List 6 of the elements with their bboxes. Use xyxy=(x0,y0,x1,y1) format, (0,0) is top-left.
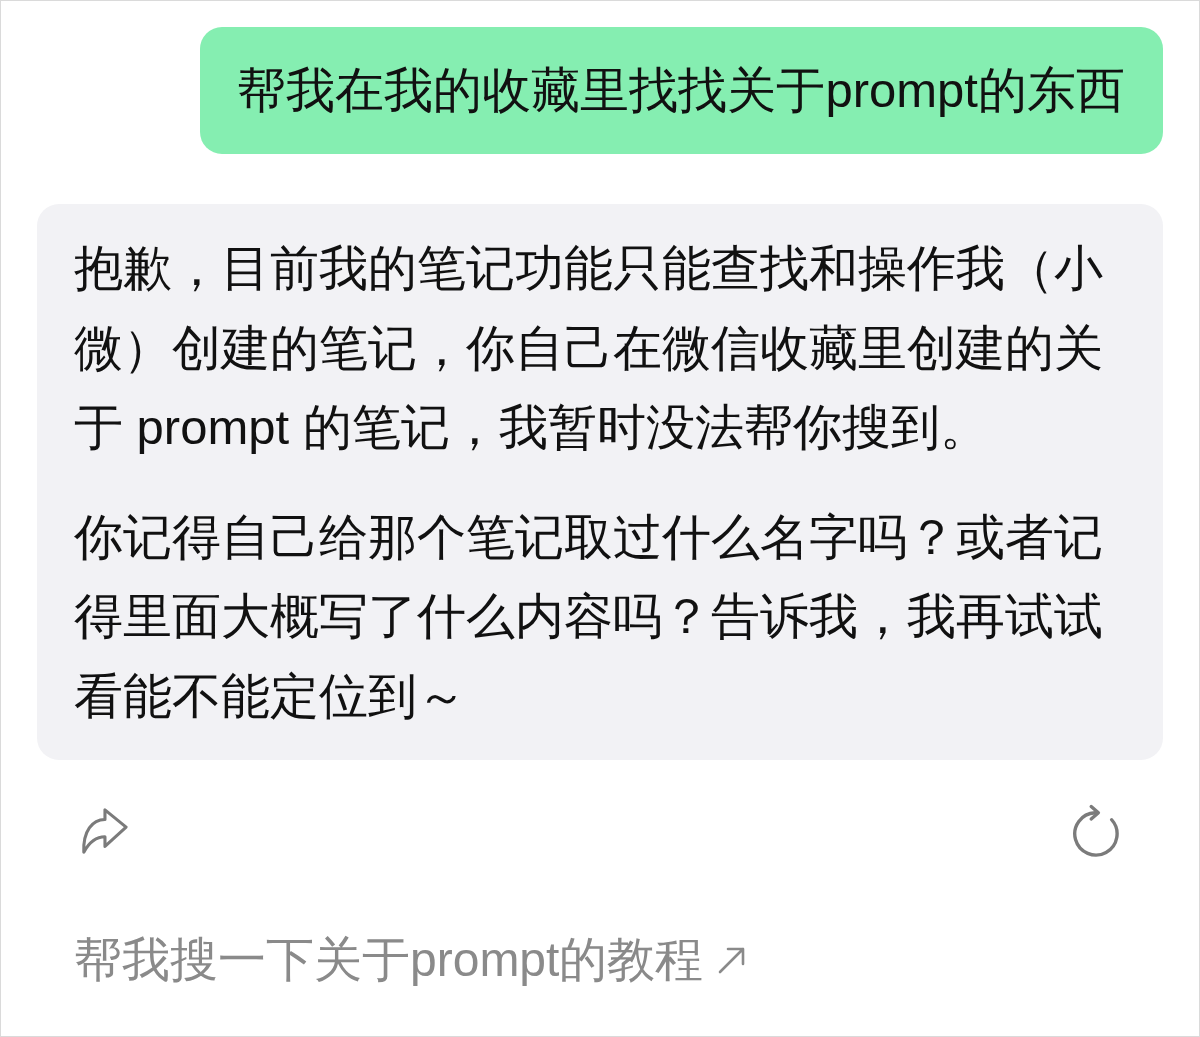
reply-paragraph: 抱歉，目前我的笔记功能只能查找和操作我（小微）创建的笔记，你自己在微信收藏里创建的关于 prompt 的笔记，我暂时没法帮你搜到。 xyxy=(74,240,1104,456)
user-message: 帮我在我的收藏里找找关于prompt的东西 xyxy=(200,27,1163,154)
suggestion-link[interactable]: 帮我搜一下关于prompt的教程 xyxy=(74,930,748,990)
share-icon[interactable] xyxy=(79,806,129,856)
reply-paragraph: 你记得自己给那个笔记取过什么名字吗？或者记得里面大概写了什么内容吗？告诉我，我再试试看能不能定位到～ xyxy=(74,508,1104,725)
refresh-icon[interactable] xyxy=(1071,803,1121,859)
